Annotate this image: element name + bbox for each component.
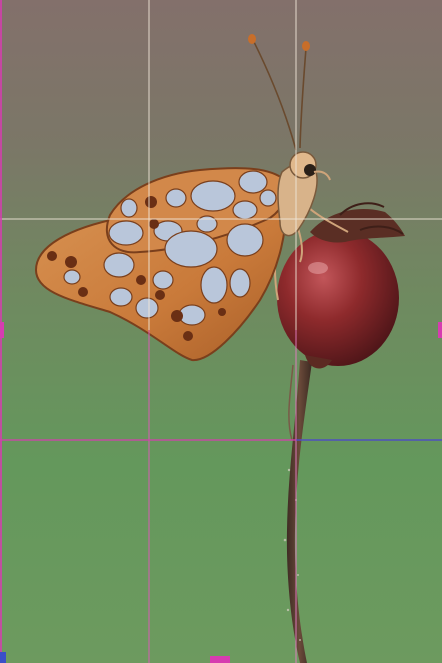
photo-svg (0, 0, 442, 663)
antenna-club-left (248, 34, 256, 44)
butterfly-eye (304, 164, 316, 176)
photo-canvas (0, 0, 442, 663)
antenna-club-right (302, 41, 310, 51)
